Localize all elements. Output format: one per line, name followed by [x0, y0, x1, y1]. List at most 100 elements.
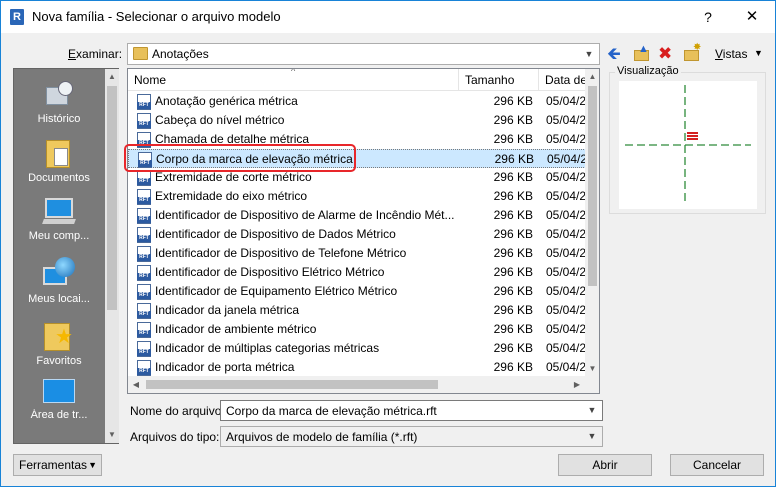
help-button[interactable]: ? [694, 7, 722, 27]
place-label: Documentos [28, 172, 90, 184]
scroll-down-icon[interactable]: ▼ [105, 427, 119, 443]
file-type-tag: RFT [137, 216, 151, 223]
filename-input[interactable]: Corpo da marca de elevação métrica.rft ▼ [220, 400, 603, 421]
file-row[interactable]: RFT Identificador de Equipamento Elétrico… [128, 282, 586, 301]
scroll-thumb[interactable] [107, 86, 117, 310]
chevron-down-icon[interactable]: ▼ [584, 428, 600, 444]
back-arrow-icon[interactable]: 🡸 [607, 45, 627, 63]
window-title: Nova família - Selecionar o arquivo mode… [32, 9, 281, 24]
file-name: Extremidade de corte métrico [155, 170, 312, 184]
file-row[interactable]: RFT Indicador da janela métrica 296 KB 05/0… [128, 301, 586, 320]
cancel-button[interactable]: Cancelar [670, 454, 764, 476]
look-in-combobox[interactable]: Anotações ▼ [127, 43, 600, 65]
views-menu-button[interactable]: Vistas [715, 47, 747, 61]
file-date: 05/04/2 [546, 170, 586, 184]
scroll-thumb[interactable] [146, 380, 438, 389]
elevation-mark-preview-icon [625, 85, 751, 205]
selection-highlight-annotation [124, 144, 356, 172]
place-favorites[interactable]: ★ Favoritos [14, 319, 104, 367]
desktop-icon [43, 379, 75, 405]
file-type-tag: RFT [137, 311, 151, 318]
place-my-computer[interactable]: Meu comp... [14, 196, 104, 242]
file-date: 05/04/2 [546, 303, 586, 317]
file-type-tag: RFT [137, 349, 151, 356]
place-history[interactable]: Histórico [14, 79, 104, 125]
close-button[interactable]: ✕ [738, 7, 766, 27]
look-in-label-rest: xaminar: [76, 47, 123, 61]
scroll-right-icon[interactable]: ▶ [569, 376, 585, 393]
new-folder-icon[interactable]: ✸ [682, 42, 702, 63]
rft-file-icon: RFT [137, 189, 151, 205]
scroll-up-icon[interactable]: ▲ [105, 69, 119, 85]
place-label: Meus locai... [28, 293, 90, 305]
chevron-down-icon[interactable]: ▼ [581, 46, 597, 62]
file-date: 05/04/2 [546, 208, 586, 222]
network-places-icon [43, 257, 75, 289]
file-list: Nome ^ Tamanho Data de RFT Anotação genér… [127, 68, 600, 394]
file-date: 05/04/2 [546, 113, 586, 127]
tools-label: Ferramentas [19, 458, 88, 472]
file-row[interactable]: RFT Identificador de Dispositivo Elétrico… [128, 263, 586, 282]
file-name: Identificador de Dispositivo de Telefone… [155, 246, 407, 260]
rft-file-icon: RFT [137, 322, 151, 338]
current-folder-value: Anotações [152, 47, 209, 61]
file-row[interactable]: RFT Indicador de ambiente métrico 296 KB 05… [128, 320, 586, 339]
file-size: 296 KB [493, 360, 533, 374]
file-name: Cabeça do nível métrico [155, 113, 285, 127]
column-header-date[interactable]: Data de [539, 69, 586, 91]
file-type-tag: RFT [137, 292, 151, 299]
file-name: Identificador de Dispositivo de Alarme d… [155, 208, 455, 222]
rft-file-icon: RFT [137, 341, 151, 357]
scroll-left-icon[interactable]: ◀ [128, 376, 144, 393]
folder-icon [133, 47, 148, 60]
documents-folder-icon [46, 136, 72, 168]
file-type-tag: RFT [137, 330, 151, 337]
horizontal-scrollbar[interactable]: ◀ ▶ [128, 376, 585, 393]
file-row[interactable]: RFT Indicador de porta métrica 296 KB 05/04… [128, 358, 586, 377]
file-row[interactable]: RFT Identificador de Dispositivo de Alarm… [128, 206, 586, 225]
file-type-tag: RFT [137, 178, 151, 185]
file-type-tag: RFT [137, 121, 151, 128]
delete-icon[interactable]: ✖ [658, 45, 678, 63]
column-name-label: Nome [134, 73, 167, 87]
file-size: 296 KB [493, 208, 533, 222]
file-name: Indicador de ambiente métrico [155, 322, 317, 336]
file-row[interactable]: RFT Identificador de Dispositivo de Dados… [128, 225, 586, 244]
chevron-down-icon[interactable]: ▼ [584, 402, 600, 418]
file-size: 296 KB [493, 113, 533, 127]
open-button[interactable]: Abrir [558, 454, 652, 476]
rft-file-icon: RFT [137, 246, 151, 262]
file-size: 296 KB [493, 132, 533, 146]
file-row[interactable]: RFT Extremidade do eixo métrico 296 KB 05/0… [128, 187, 586, 206]
preview-title: Visualização [615, 65, 681, 77]
file-row[interactable]: RFT Cabeça do nível métrico 296 KB 05/04/2 [128, 111, 586, 130]
file-row[interactable]: RFT Indicador de múltiplas categorias mét… [128, 339, 586, 358]
scroll-thumb[interactable] [588, 86, 597, 286]
vertical-scrollbar[interactable]: ▲ ▼ [585, 69, 599, 377]
file-type-tag: RFT [137, 273, 151, 280]
column-size-label: Tamanho [465, 73, 515, 87]
scroll-corner [585, 376, 599, 393]
scroll-up-icon[interactable]: ▲ [585, 69, 599, 85]
scroll-down-icon[interactable]: ▼ [585, 361, 599, 377]
file-date: 05/04/2 [546, 132, 586, 146]
tools-button[interactable]: Ferramentas ▼ [13, 454, 102, 476]
file-name: Identificador de Dispositivo de Dados Mé… [155, 227, 396, 241]
file-row[interactable]: RFT Identificador de Dispositivo de Telef… [128, 244, 586, 263]
place-documents[interactable]: Documentos [14, 136, 104, 184]
rft-file-icon: RFT [137, 360, 151, 376]
filename-label: Nome do arquivo: [130, 404, 225, 418]
up-folder-icon[interactable]: ▲ [632, 43, 652, 63]
look-in-label: Examinar: [68, 47, 123, 61]
rft-file-icon: RFT [137, 208, 151, 224]
file-date: 05/04/2 [546, 94, 586, 108]
file-size: 296 KB [494, 152, 534, 166]
places-scrollbar[interactable]: ▲ ▼ [105, 69, 119, 443]
column-header-size[interactable]: Tamanho [459, 69, 539, 91]
views-dropdown-icon[interactable]: ▼ [754, 48, 763, 58]
place-desktop[interactable]: Área de tr... [14, 379, 104, 421]
file-row[interactable]: RFT Anotação genérica métrica 296 KB 05/04/… [128, 92, 586, 111]
filetype-select[interactable]: Arquivos de modelo de família (*.rft) ▼ [220, 426, 603, 447]
place-network[interactable]: Meus locai... [14, 257, 104, 305]
filetype-value: Arquivos de modelo de família (*.rft) [226, 430, 418, 444]
